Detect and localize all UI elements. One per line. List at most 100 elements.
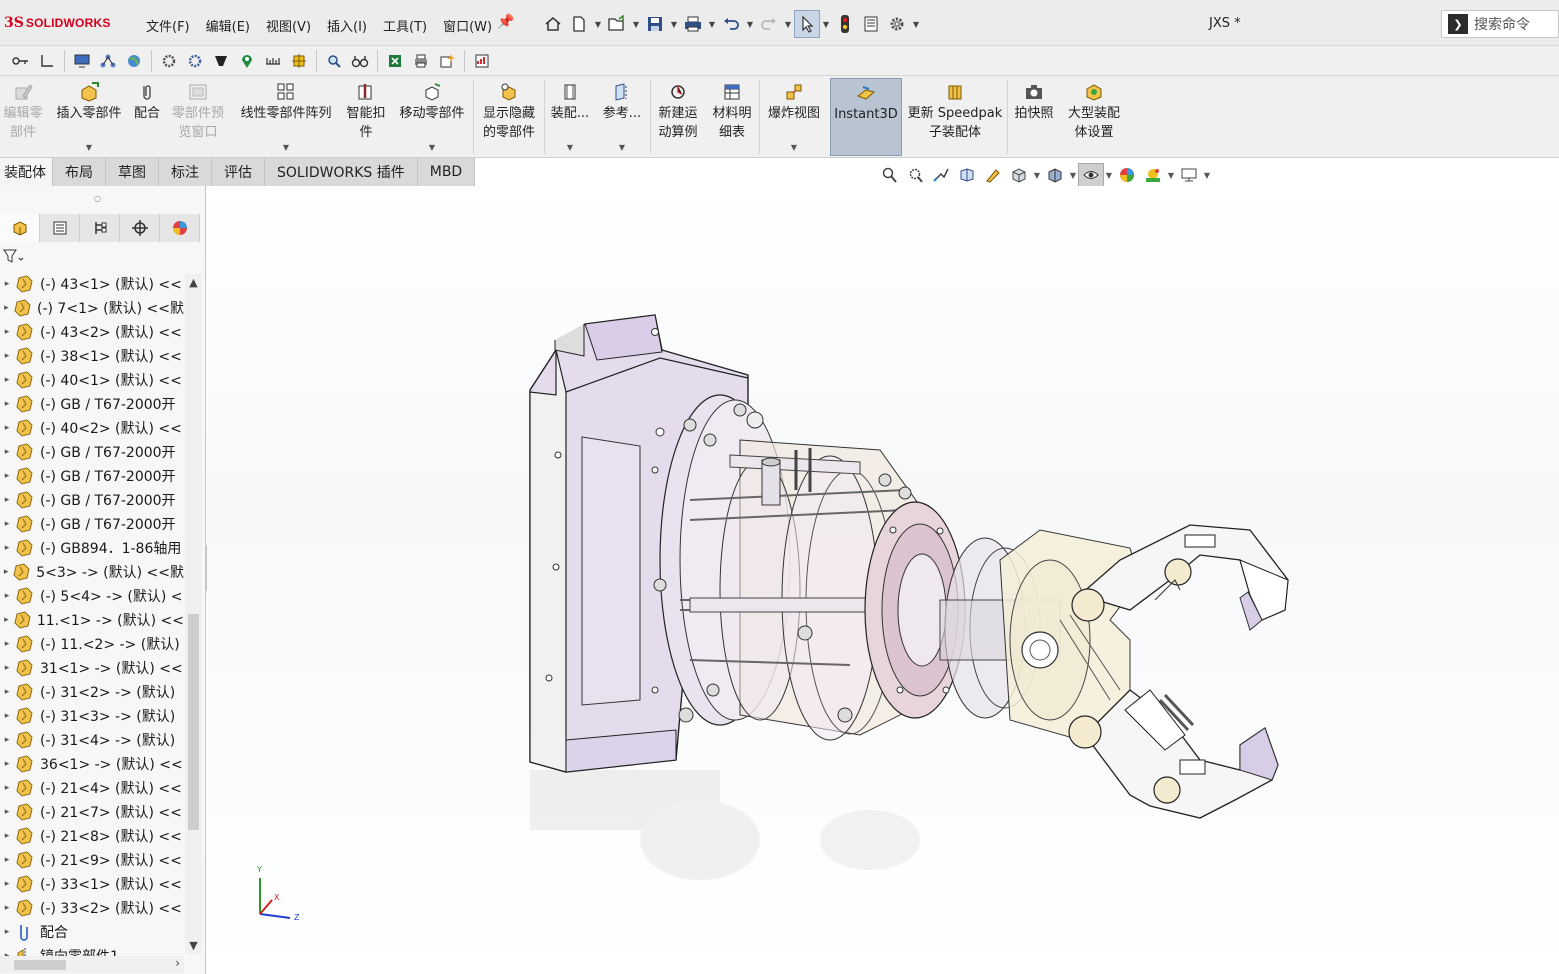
options-dropdown-icon[interactable]: ▼ xyxy=(910,10,922,38)
key-icon[interactable] xyxy=(8,49,34,73)
assembly-model[interactable] xyxy=(207,186,1559,974)
tree-item-component[interactable]: ▸ (-) 7<1> (默认) <<默 xyxy=(0,296,184,320)
tree-item-component[interactable]: ▸ 31<1> -> (默认) << xyxy=(0,656,184,680)
tree-item-component[interactable]: ▸ 11.<1> -> (默认) << xyxy=(0,608,184,632)
binoculars-icon[interactable] xyxy=(347,49,373,73)
expand-arrow-icon[interactable]: ▸ xyxy=(0,543,14,553)
insert-component-button[interactable]: 插入零部件 ▼ xyxy=(50,78,128,156)
tree-item-component[interactable]: ▸ 36<1> -> (默认) << xyxy=(0,752,184,776)
apply-scene-button[interactable] xyxy=(1140,163,1166,187)
expand-arrow-icon[interactable]: ▸ xyxy=(0,615,13,625)
options-button[interactable] xyxy=(884,10,910,38)
undo-dropdown-icon[interactable]: ▼ xyxy=(744,10,756,38)
tab-assembly[interactable]: 装配体 xyxy=(0,158,53,186)
tree-item-component[interactable]: ▸ (-) 40<1> (默认) << xyxy=(0,368,184,392)
move-component-button[interactable]: 移动零部件 ▼ xyxy=(394,78,470,156)
tab-markup[interactable]: 标注 xyxy=(159,158,212,186)
scroll-thumb[interactable] xyxy=(188,614,199,830)
tree-item-component[interactable]: ▸ (-) 43<2> (默认) << xyxy=(0,320,184,344)
tab-sketch[interactable]: 草图 xyxy=(106,158,159,186)
excel-icon[interactable] xyxy=(382,49,408,73)
new-dropdown-icon[interactable]: ▼ xyxy=(592,10,604,38)
expand-arrow-icon[interactable]: ▸ xyxy=(0,303,13,313)
tab-evaluate[interactable]: 评估 xyxy=(212,158,265,186)
expand-arrow-icon[interactable]: ▸ xyxy=(0,351,14,361)
open-button[interactable] xyxy=(604,10,630,38)
tree-item-component[interactable]: ▸ (-) 31<4> -> (默认) xyxy=(0,728,184,752)
mate-button[interactable]: 配合 xyxy=(130,78,164,156)
display-style-button[interactable] xyxy=(1042,163,1068,187)
view-settings-dropdown-icon[interactable]: ▼ xyxy=(1202,171,1212,180)
smart-fasteners-button[interactable]: 智能扣 件 xyxy=(342,78,390,156)
tree-vertical-scrollbar[interactable]: ▲ ▼ xyxy=(185,274,202,954)
new-document-button[interactable] xyxy=(566,10,592,38)
save-dropdown-icon[interactable]: ▼ xyxy=(668,10,680,38)
sparkle-document-icon[interactable] xyxy=(434,49,460,73)
expand-arrow-icon[interactable]: ▸ xyxy=(0,711,14,721)
tree-filter-button[interactable] xyxy=(2,248,24,268)
select-dropdown-icon[interactable]: ▼ xyxy=(820,10,832,38)
expand-arrow-icon[interactable]: ▸ xyxy=(0,591,14,601)
scroll-right-icon[interactable]: › xyxy=(175,956,180,970)
expand-arrow-icon[interactable]: ▸ xyxy=(0,831,14,841)
expand-arrow-icon[interactable]: ▸ xyxy=(0,471,14,481)
monitor-icon[interactable] xyxy=(69,49,95,73)
assembly-features-button[interactable]: 装配... ▼ xyxy=(548,78,592,156)
redo-dropdown-icon[interactable]: ▼ xyxy=(782,10,794,38)
tab-solidworks-addins[interactable]: SOLIDWORKS 插件 xyxy=(265,158,418,186)
tree-item-component[interactable]: ▸ (-) 43<1> (默认) << xyxy=(0,272,184,296)
tree-item-component[interactable]: ▸ (-) GB894．1-86轴用 xyxy=(0,536,184,560)
cog-blue-icon[interactable] xyxy=(182,49,208,73)
tree-item-component[interactable]: ▸ (-) 38<1> (默认) << xyxy=(0,344,184,368)
yellow-component-icon[interactable] xyxy=(286,49,312,73)
edit-component-button[interactable]: 编辑零 部件 xyxy=(0,78,46,156)
menu-tools[interactable]: 工具(T) xyxy=(375,14,435,37)
view-orientation-dropdown-icon[interactable]: ▼ xyxy=(1032,171,1042,180)
expand-arrow-icon[interactable]: ▸ xyxy=(0,495,14,505)
assembly-features-dropdown-icon[interactable]: ▼ xyxy=(567,143,573,152)
menu-edit[interactable]: 编辑(E) xyxy=(198,14,258,37)
panel-grip-icon[interactable]: ○ xyxy=(94,194,101,203)
previous-view-button[interactable] xyxy=(928,163,954,187)
expand-arrow-icon[interactable]: ▸ xyxy=(0,327,14,337)
zoom-to-area-button[interactable] xyxy=(902,163,928,187)
report-icon[interactable] xyxy=(469,49,495,73)
expand-arrow-icon[interactable]: ▸ xyxy=(0,375,14,385)
scroll-down-icon[interactable]: ▼ xyxy=(185,939,202,952)
menu-view[interactable]: 视图(V) xyxy=(258,14,319,37)
expand-arrow-icon[interactable]: ▸ xyxy=(0,279,14,289)
bill-of-materials-button[interactable]: 材料明 细表 xyxy=(708,78,756,156)
tree-item-component[interactable]: ▸ (-) 31<2> -> (默认) xyxy=(0,680,184,704)
menu-file[interactable]: 文件(F) xyxy=(138,14,198,37)
rebuild-button[interactable] xyxy=(832,10,858,38)
tab-property-manager[interactable] xyxy=(40,214,80,242)
save-button[interactable] xyxy=(642,10,668,38)
instant3d-button[interactable]: Instant3D xyxy=(830,78,902,156)
expand-arrow-icon[interactable]: ▸ xyxy=(0,519,14,529)
tab-dimxpert-manager[interactable] xyxy=(120,214,160,242)
tree-item-component[interactable]: ▸ (-) 33<1> (默认) << xyxy=(0,872,184,896)
tree-item-component[interactable]: ▸ (-) GB / T67-2000开 xyxy=(0,440,184,464)
ruler-icon[interactable] xyxy=(260,49,286,73)
hide-show-items-button[interactable] xyxy=(1078,163,1104,187)
scroll-up-icon[interactable]: ▲ xyxy=(185,276,202,289)
expand-arrow-icon[interactable]: ▸ xyxy=(0,423,14,433)
move-component-dropdown-icon[interactable]: ▼ xyxy=(429,143,435,152)
open-dropdown-icon[interactable]: ▼ xyxy=(630,10,642,38)
expand-arrow-icon[interactable]: ▸ xyxy=(0,687,14,697)
expand-arrow-icon[interactable]: ▸ xyxy=(0,567,12,577)
hide-show-dropdown-icon[interactable]: ▼ xyxy=(1104,171,1114,180)
section-view-button[interactable] xyxy=(954,163,980,187)
zoom-to-fit-button[interactable] xyxy=(876,163,902,187)
menu-insert[interactable]: 插入(I) xyxy=(319,14,375,37)
view-settings-button[interactable] xyxy=(1176,163,1202,187)
expand-arrow-icon[interactable]: ▸ xyxy=(0,855,14,865)
tree-item-component[interactable]: ▸ (-) 31<3> -> (默认) xyxy=(0,704,184,728)
dynamic-annotation-button[interactable] xyxy=(980,163,1006,187)
reference-triad[interactable]: Y X Z xyxy=(250,862,310,922)
expand-arrow-icon[interactable]: ▸ xyxy=(0,783,14,793)
funnel-icon[interactable] xyxy=(208,49,234,73)
network-icon[interactable] xyxy=(95,49,121,73)
update-speedpak-button[interactable]: 更新 Speedpak 子装配体 xyxy=(906,78,1004,156)
show-hidden-components-button[interactable]: 显示隐藏 的零部件 xyxy=(476,78,542,156)
